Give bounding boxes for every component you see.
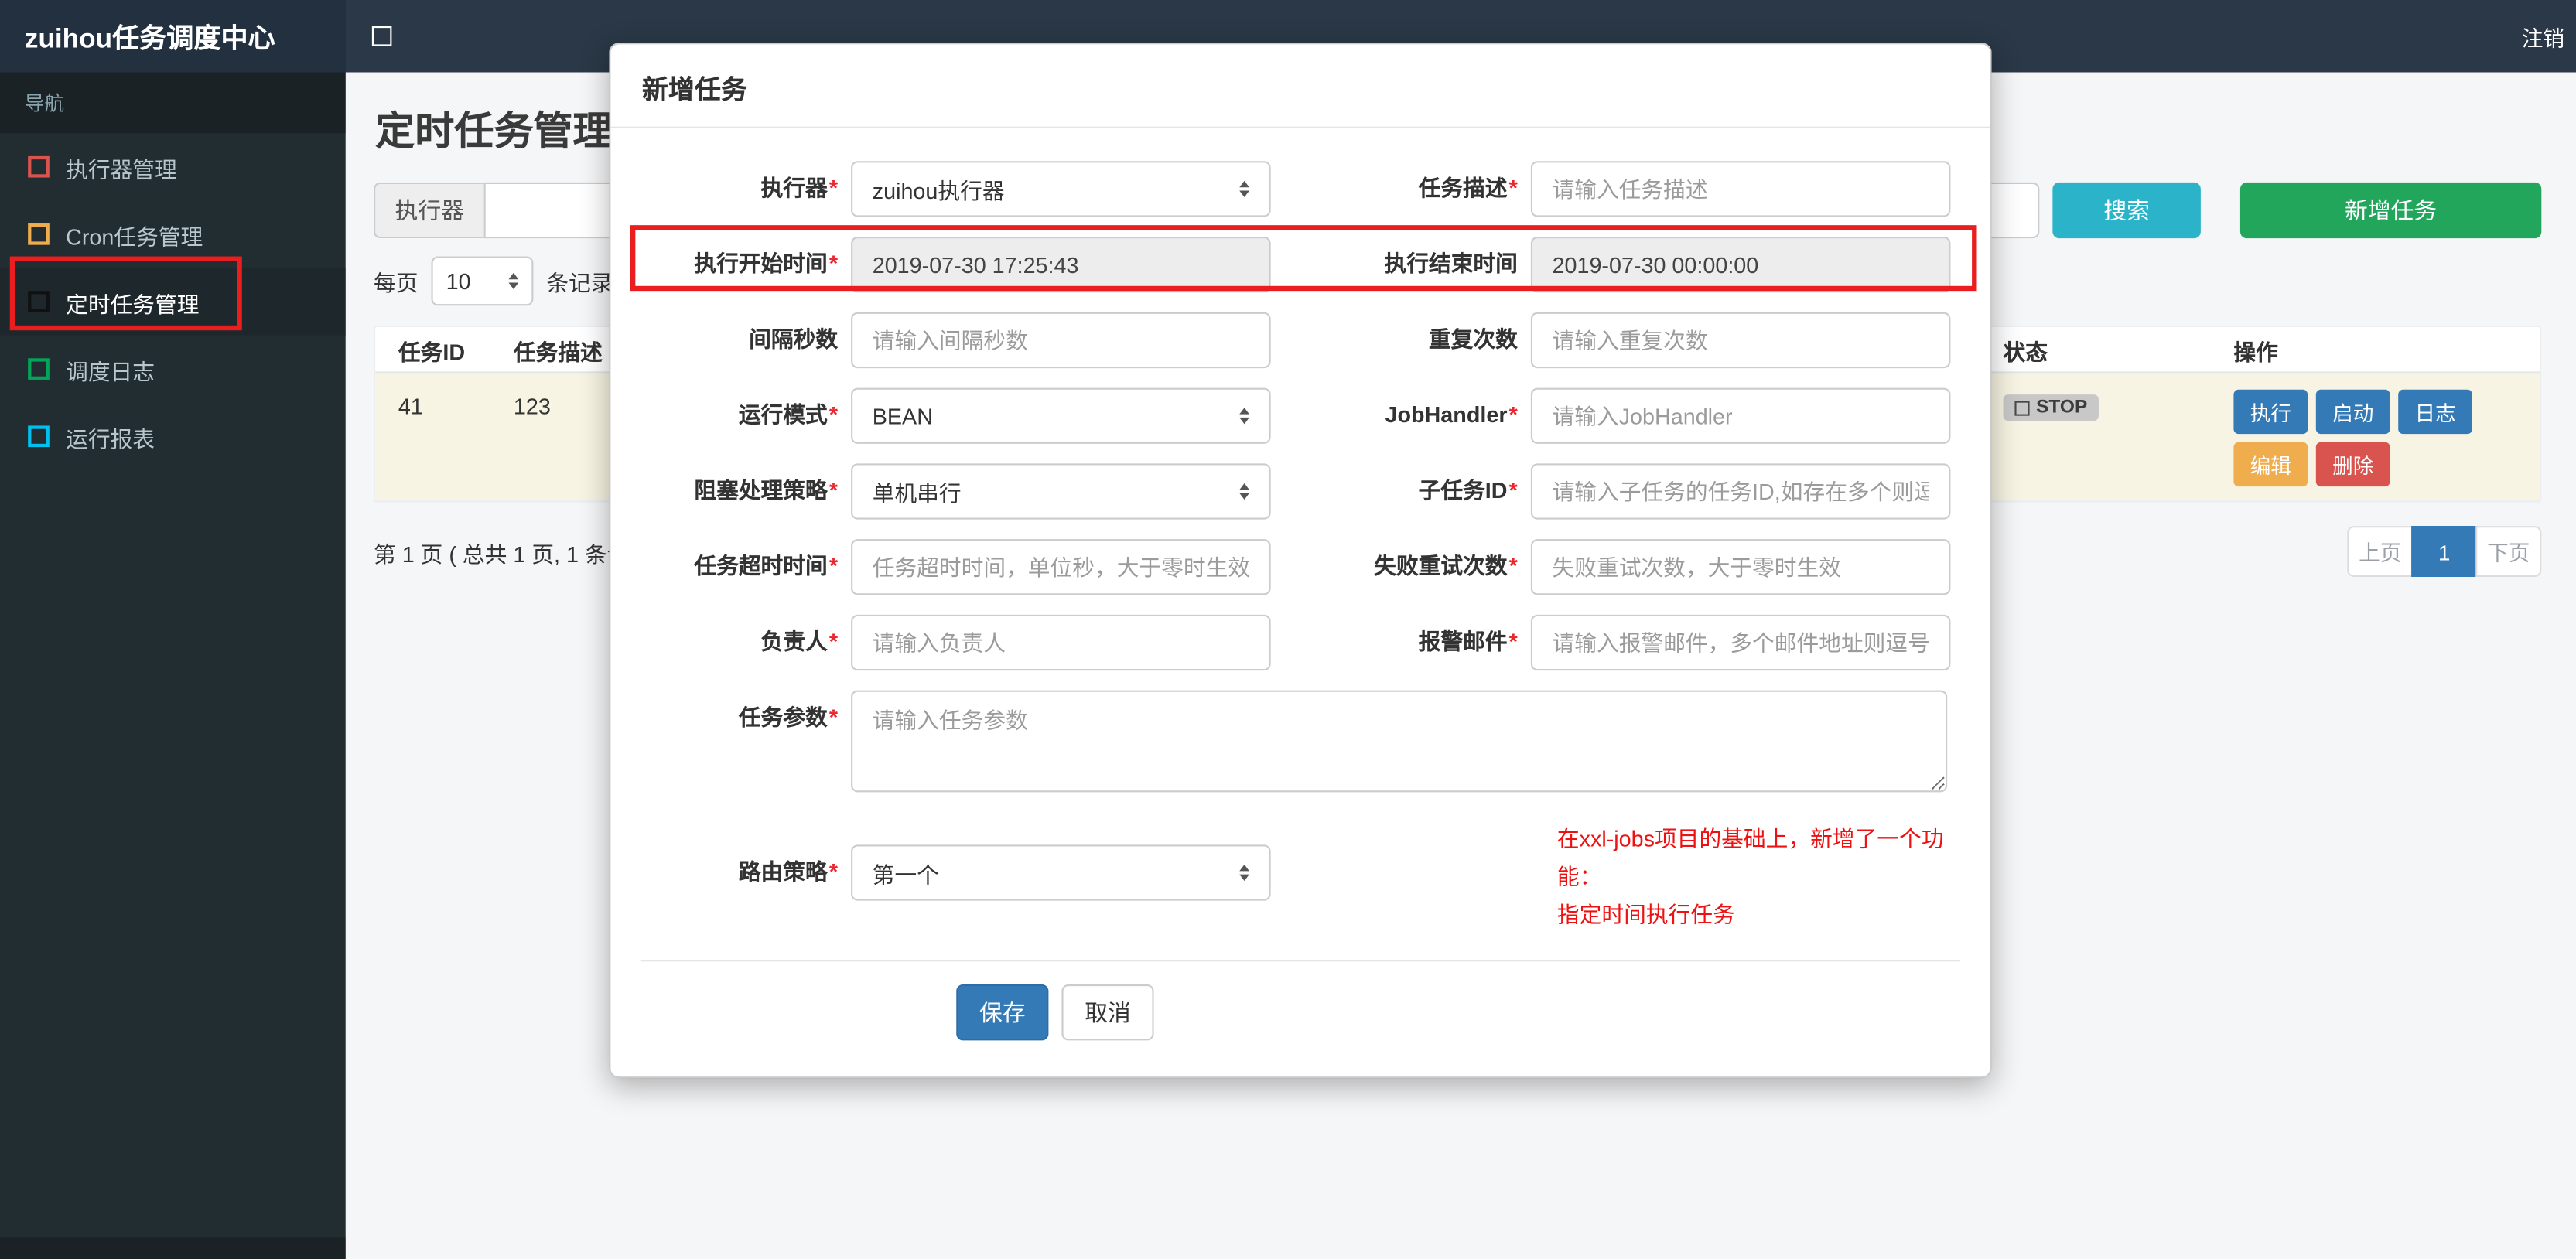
block-strategy-select[interactable]: 单机串行 (851, 463, 1271, 520)
sidebar-item-label: 定时任务管理 (66, 292, 200, 317)
save-button[interactable]: 保存 (956, 984, 1049, 1041)
alarm-email-input[interactable] (1530, 614, 1951, 671)
square-icon (28, 425, 50, 448)
edit-button[interactable]: 编辑 (2233, 442, 2308, 487)
log-button[interactable]: 日志 (2398, 389, 2473, 435)
status-text: STOP (2036, 397, 2088, 418)
square-icon (28, 358, 50, 380)
owner-label: 负责人 * (760, 629, 839, 654)
sidebar-item-label: 运行报表 (66, 426, 155, 452)
jobhandler-label: JobHandler * (1385, 402, 1518, 428)
end-time-input[interactable] (1530, 237, 1951, 293)
brand-logo: zuihou任务调度中心 (0, 0, 346, 73)
sidebar-nav-header: 导航 (0, 72, 346, 134)
delete-button[interactable]: 删除 (2315, 442, 2390, 487)
run-mode-select[interactable]: BEAN (851, 387, 1271, 444)
interval-label: 间隔秒数 (749, 326, 839, 352)
block-strategy-label: 阻塞处理策略 * (694, 478, 839, 503)
sidebar-item-cron-task-manage[interactable]: Cron任务管理 (0, 200, 346, 268)
page-1-button[interactable]: 1 (2411, 526, 2478, 577)
jobhandler-input[interactable] (1530, 387, 1951, 444)
feature-note-line1: 在xxl-jobs项目的基础上，新增了一个功能： (1556, 827, 1944, 889)
per-page-suffix: 条记录 (546, 271, 613, 296)
col-header-status: 状态 (2003, 339, 2048, 364)
child-job-id-input[interactable] (1530, 463, 1951, 520)
search-button[interactable]: 搜索 (2052, 182, 2201, 239)
sidebar-item-executor-manage[interactable]: 执行器管理 (0, 133, 346, 200)
start-time-label: 执行开始时间 * (694, 251, 839, 276)
route-strategy-select[interactable]: 第一个 (851, 844, 1271, 901)
next-page-button[interactable]: 下页 (2475, 526, 2542, 577)
sidebar-item-label: 调度日志 (66, 359, 155, 384)
executor-label: 执行器 * (760, 176, 839, 201)
sidebar-item-run-report[interactable]: 运行报表 (0, 403, 346, 470)
executor-filter-label: 执行器 (374, 182, 484, 239)
select-arrows-icon (1239, 864, 1250, 882)
select-arrows-icon (1239, 180, 1250, 198)
per-page-prefix: 每页 (374, 271, 419, 296)
feature-note: 在xxl-jobs项目的基础上，新增了一个功能： 指定时间执行任务 (1557, 812, 1957, 933)
per-page-value: 10 (446, 268, 471, 294)
sidebar-footer (0, 1237, 346, 1259)
cell-status: STOP (2003, 394, 2234, 421)
end-time-label: 执行结束时间 (1384, 251, 1518, 276)
job-param-label: 任务参数 * (738, 705, 839, 730)
add-task-modal: 新增任务 执行器* zuihou执行器 任务描述* 执行开始时间* 执行结束时间… (609, 43, 1992, 1079)
retry-count-input[interactable] (1530, 539, 1951, 595)
select-arrows-icon (1239, 483, 1250, 500)
app-root: zuihou任务调度中心 注销 导航 执行器管理 Cron任务管理 定时任务管理… (0, 0, 2576, 1259)
sidebar-item-label: 执行器管理 (66, 156, 177, 182)
start-time-input[interactable] (851, 237, 1271, 293)
logout-link[interactable]: 注销 (2522, 21, 2576, 52)
col-header-job-id: 任务ID (398, 339, 466, 364)
select-arrows-icon (508, 272, 519, 290)
timeout-input[interactable] (851, 539, 1271, 595)
interval-input[interactable] (851, 312, 1271, 369)
sidebar-item-label: Cron任务管理 (66, 224, 203, 249)
retry-count-label: 失败重试次数 * (1374, 554, 1518, 578)
feature-note-line2: 指定时间执行任务 (1556, 902, 1735, 927)
trigger-button[interactable]: 执行 (2233, 389, 2308, 435)
run-mode-label: 运行模式 * (738, 402, 839, 428)
square-icon (28, 155, 50, 178)
owner-input[interactable] (851, 614, 1271, 671)
timeout-label: 任务超时时间 * (694, 554, 839, 578)
cancel-button[interactable]: 取消 (1061, 984, 1154, 1041)
alarm-email-label: 报警邮件 * (1418, 629, 1518, 654)
sidebar: 导航 执行器管理 Cron任务管理 定时任务管理 调度日志 运行报表 (0, 72, 346, 1259)
repeat-count-input[interactable] (1530, 312, 1951, 369)
cell-job-id: 41 (398, 394, 423, 419)
per-page-select[interactable]: 10 (431, 256, 534, 306)
sidebar-item-timed-task-manage[interactable]: 定时任务管理 (0, 268, 346, 336)
job-desc-input[interactable] (1530, 161, 1951, 217)
modal-footer: 保存 取消 (644, 984, 1467, 1041)
child-job-id-label: 子任务ID * (1418, 478, 1518, 503)
route-strategy-label: 路由策略 * (738, 859, 839, 885)
stop-square-icon (2014, 400, 2030, 415)
square-icon (28, 223, 50, 245)
status-badge: STOP (2003, 394, 2099, 421)
col-header-actions: 操作 (2233, 339, 2278, 364)
square-icon (28, 291, 50, 312)
pagination: 上页 1 下页 (2347, 526, 2542, 577)
cell-actions: 执行 启动 日志 编辑 删除 (2233, 389, 2516, 487)
select-arrows-icon (1239, 408, 1250, 425)
repeat-count-label: 重复次数 (1428, 326, 1518, 352)
prev-page-button[interactable]: 上页 (2347, 526, 2414, 577)
modal-title: 新增任务 (610, 44, 1990, 128)
job-desc-label: 任务描述 * (1418, 176, 1518, 201)
add-task-button[interactable]: 新增任务 (2239, 182, 2542, 239)
sidebar-item-dispatch-log[interactable]: 调度日志 (0, 336, 346, 403)
sidebar-toggle-icon[interactable] (371, 26, 392, 46)
start-button[interactable]: 启动 (2315, 389, 2390, 435)
executor-select[interactable]: zuihou执行器 (851, 161, 1271, 217)
job-param-textarea[interactable] (851, 690, 1948, 793)
modal-divider (640, 960, 1961, 962)
